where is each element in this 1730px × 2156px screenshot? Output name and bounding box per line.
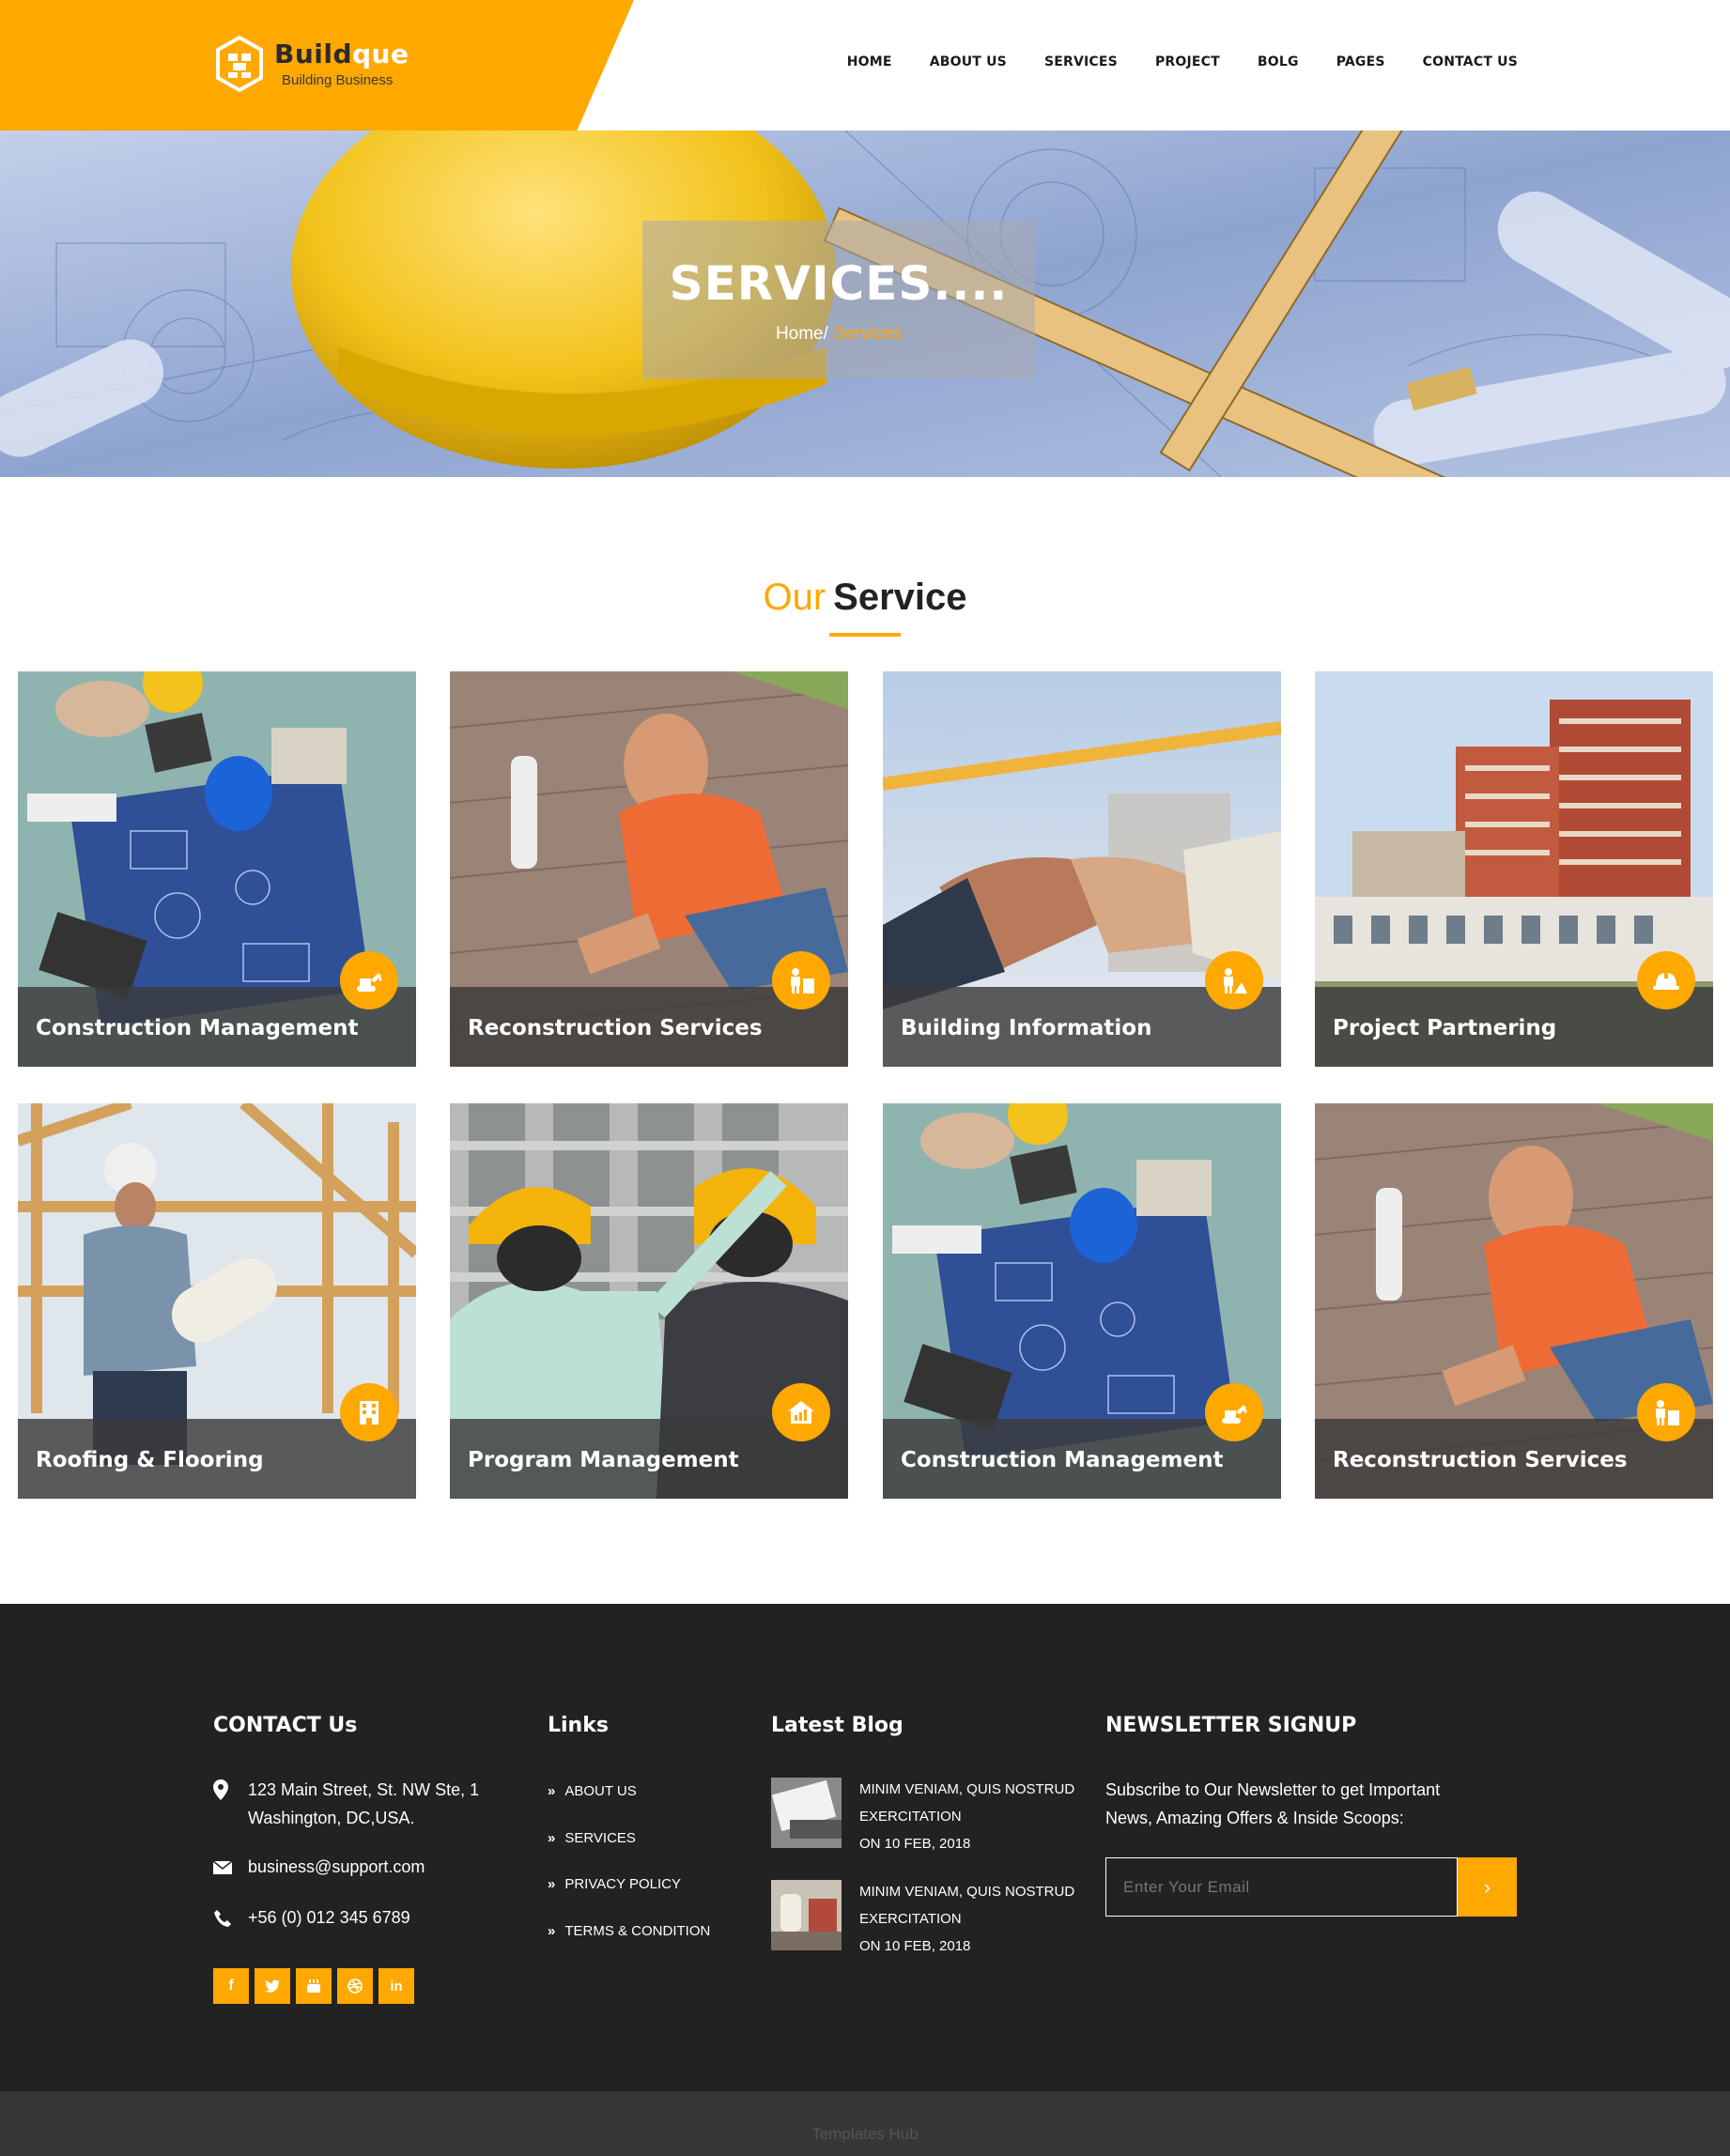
nav-about-us[interactable]: ABOUT US (930, 54, 1007, 69)
newsletter-description: Subscribe to Our Newsletter to get Impor… (1105, 1780, 1441, 1827)
double-chevron-icon: » (548, 1830, 556, 1846)
section-heading-light: Our (763, 577, 826, 618)
breadcrumb-current: Services (833, 324, 903, 344)
service-card-reconstruction-services[interactable]: Reconstruction Services (450, 671, 848, 1067)
service-title: Roofing & Flooring (36, 1448, 264, 1472)
blog-thumbnail[interactable] (771, 1778, 842, 1848)
newsletter-submit-button[interactable]: › (1458, 1857, 1517, 1917)
blog-thumbnail[interactable] (771, 1880, 842, 1950)
logo-hexagon-icon (214, 35, 265, 93)
footer-email[interactable]: business@support.com (248, 1853, 425, 1881)
service-card-construction-management[interactable]: Construction Management (18, 671, 416, 1067)
house-growth-icon (772, 1383, 830, 1441)
section-divider (829, 633, 901, 637)
blog-post[interactable]: MINIM VENIAM, QUIS NOSTRUD EXERCITATION … (859, 1878, 1074, 1960)
chevron-right-icon: › (1483, 1874, 1491, 1899)
phone-icon (213, 1909, 232, 1933)
worker-icon (772, 951, 830, 1009)
footer-links-heading: Links (548, 1714, 609, 1737)
excavator-icon (340, 951, 398, 1009)
breadcrumb: Home/ Services (642, 324, 1035, 345)
breadcrumb-home-link[interactable]: Home/ (776, 324, 828, 344)
nav-blog[interactable]: BOLG (1258, 54, 1299, 69)
service-title: Construction Management (901, 1448, 1224, 1472)
service-title: Project Partnering (1333, 1016, 1557, 1040)
envelope-icon (212, 1860, 233, 1879)
service-title: Program Management (468, 1448, 739, 1472)
service-title: Reconstruction Services (1333, 1448, 1628, 1472)
footer-link-terms-condition[interactable]: » TERMS & CONDITION (548, 1923, 710, 1939)
twitter-icon[interactable] (255, 1968, 290, 2004)
footer-newsletter-heading: NEWSLETTER SIGNUP (1105, 1714, 1357, 1737)
building-icon (340, 1383, 398, 1441)
footer-link-services[interactable]: » SERVICES (548, 1830, 636, 1846)
blog-post[interactable]: MINIM VENIAM, QUIS NOSTRUD EXERCITATION … (859, 1776, 1074, 1857)
service-card-program-management[interactable]: Program Management (450, 1103, 848, 1499)
footer-link-about-us[interactable]: » ABOUT US (548, 1783, 637, 1799)
double-chevron-icon: » (548, 1876, 556, 1892)
footer-address: 123 Main Street, St. NW Ste, 1 Washingto… (248, 1780, 480, 1827)
nav-services[interactable]: SERVICES (1044, 54, 1118, 69)
footer-blog-heading: Latest Blog (771, 1714, 904, 1737)
location-pin-icon (213, 1779, 228, 1805)
nav-home[interactable]: HOME (847, 54, 892, 69)
youtube-icon[interactable] (296, 1968, 332, 2004)
linkedin-icon[interactable]: in (378, 1968, 414, 2004)
service-card-project-partnering[interactable]: Project Partnering (1315, 671, 1713, 1067)
newsletter-email-input[interactable] (1105, 1857, 1458, 1917)
copyright-text: Templates Hub (811, 2125, 919, 2143)
main-nav: HOME ABOUT US SERVICES PROJECT BOLG PAGE… (847, 54, 1518, 69)
service-card-reconstruction-services-2[interactable]: Reconstruction Services (1315, 1103, 1713, 1499)
facebook-icon[interactable]: f (213, 1968, 249, 2004)
service-title: Construction Management (36, 1016, 359, 1040)
worker-shovel-icon (1205, 951, 1263, 1009)
double-chevron-icon: » (548, 1783, 556, 1799)
footer-contact-heading: CONTACT Us (213, 1714, 358, 1737)
worker-icon (1637, 1383, 1695, 1441)
footer-phone[interactable]: +56 (0) 012 345 6789 (248, 1903, 410, 1932)
double-chevron-icon: » (548, 1923, 556, 1939)
page-title: SERVICES.... (669, 256, 1009, 311)
service-card-building-information[interactable]: Building Information (883, 671, 1281, 1067)
footer-link-privacy-policy[interactable]: » PRIVACY POLICY (548, 1876, 681, 1892)
brand-tagline: Building Business (282, 71, 394, 88)
section-heading-bold: Service (833, 577, 967, 618)
nav-pages[interactable]: PAGES (1336, 54, 1385, 69)
brand-name: Buildque (274, 38, 409, 69)
section-heading: Our Service (0, 577, 1730, 619)
dribbble-icon[interactable] (337, 1968, 373, 2004)
service-title: Reconstruction Services (468, 1016, 763, 1040)
nav-contact-us[interactable]: CONTACT US (1423, 54, 1518, 69)
site-header: Buildque Building Business HOME ABOUT US… (0, 0, 1730, 131)
copyright-bar: Templates Hub (0, 2091, 1730, 2156)
service-card-roofing-flooring[interactable]: Roofing & Flooring (18, 1103, 416, 1499)
service-title: Building Information (901, 1016, 1152, 1040)
brand-logo[interactable]: Buildque Building Business (214, 35, 409, 93)
excavator-icon (1205, 1383, 1263, 1441)
page-banner: SERVICES.... Home/ Services (0, 131, 1730, 477)
nav-project[interactable]: PROJECT (1155, 54, 1220, 69)
service-card-construction-management-2[interactable]: Construction Management (883, 1103, 1281, 1499)
banner-title-box: SERVICES.... Home/ Services (642, 221, 1035, 378)
hard-hat-icon (1637, 951, 1695, 1009)
